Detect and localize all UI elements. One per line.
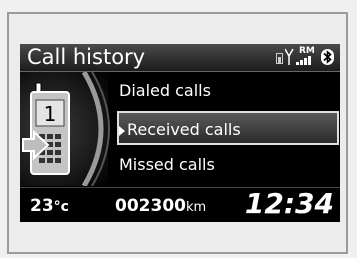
info-bar: 23°c 002300km 12:34 — [20, 187, 340, 222]
phone-icon: 1 — [30, 82, 70, 175]
menu-area: 1 Dialed calls Received calls Missed cal… — [20, 72, 340, 186]
page-title: Call history — [27, 45, 146, 69]
menu-arc — [81, 72, 110, 186]
odometer-value: 002300 — [115, 196, 186, 216]
menu-item-received-calls[interactable]: Received calls — [117, 111, 339, 145]
menu-item-label: Received calls — [127, 120, 241, 139]
status-icons: RM — [276, 46, 334, 67]
temperature-unit: °c — [53, 199, 69, 215]
menu-item-missed-calls[interactable]: Missed calls — [117, 148, 339, 182]
audio-display-screen: Call history RM 1 Dialed calls Received … — [20, 44, 340, 222]
call-arrow-icon — [22, 130, 50, 160]
phone-line-number: 1 — [44, 102, 57, 126]
clock: 12:34 — [244, 187, 334, 220]
outside-temperature: 23°c — [30, 196, 69, 216]
phone-panel: 1 — [20, 72, 110, 186]
odometer-unit: km — [185, 200, 207, 215]
temperature-value: 23 — [30, 196, 54, 216]
header-bar: Call history RM — [20, 44, 340, 72]
menu-item-label: Missed calls — [119, 155, 215, 174]
selection-arrow-icon — [119, 126, 125, 136]
battery-icon — [276, 53, 283, 64]
odometer: 002300km — [115, 196, 206, 216]
bluetooth-icon — [321, 49, 334, 65]
roaming-label: RM — [299, 46, 315, 56]
menu-item-label: Dialed calls — [119, 81, 211, 100]
menu-item-dialed-calls[interactable]: Dialed calls — [117, 74, 339, 108]
